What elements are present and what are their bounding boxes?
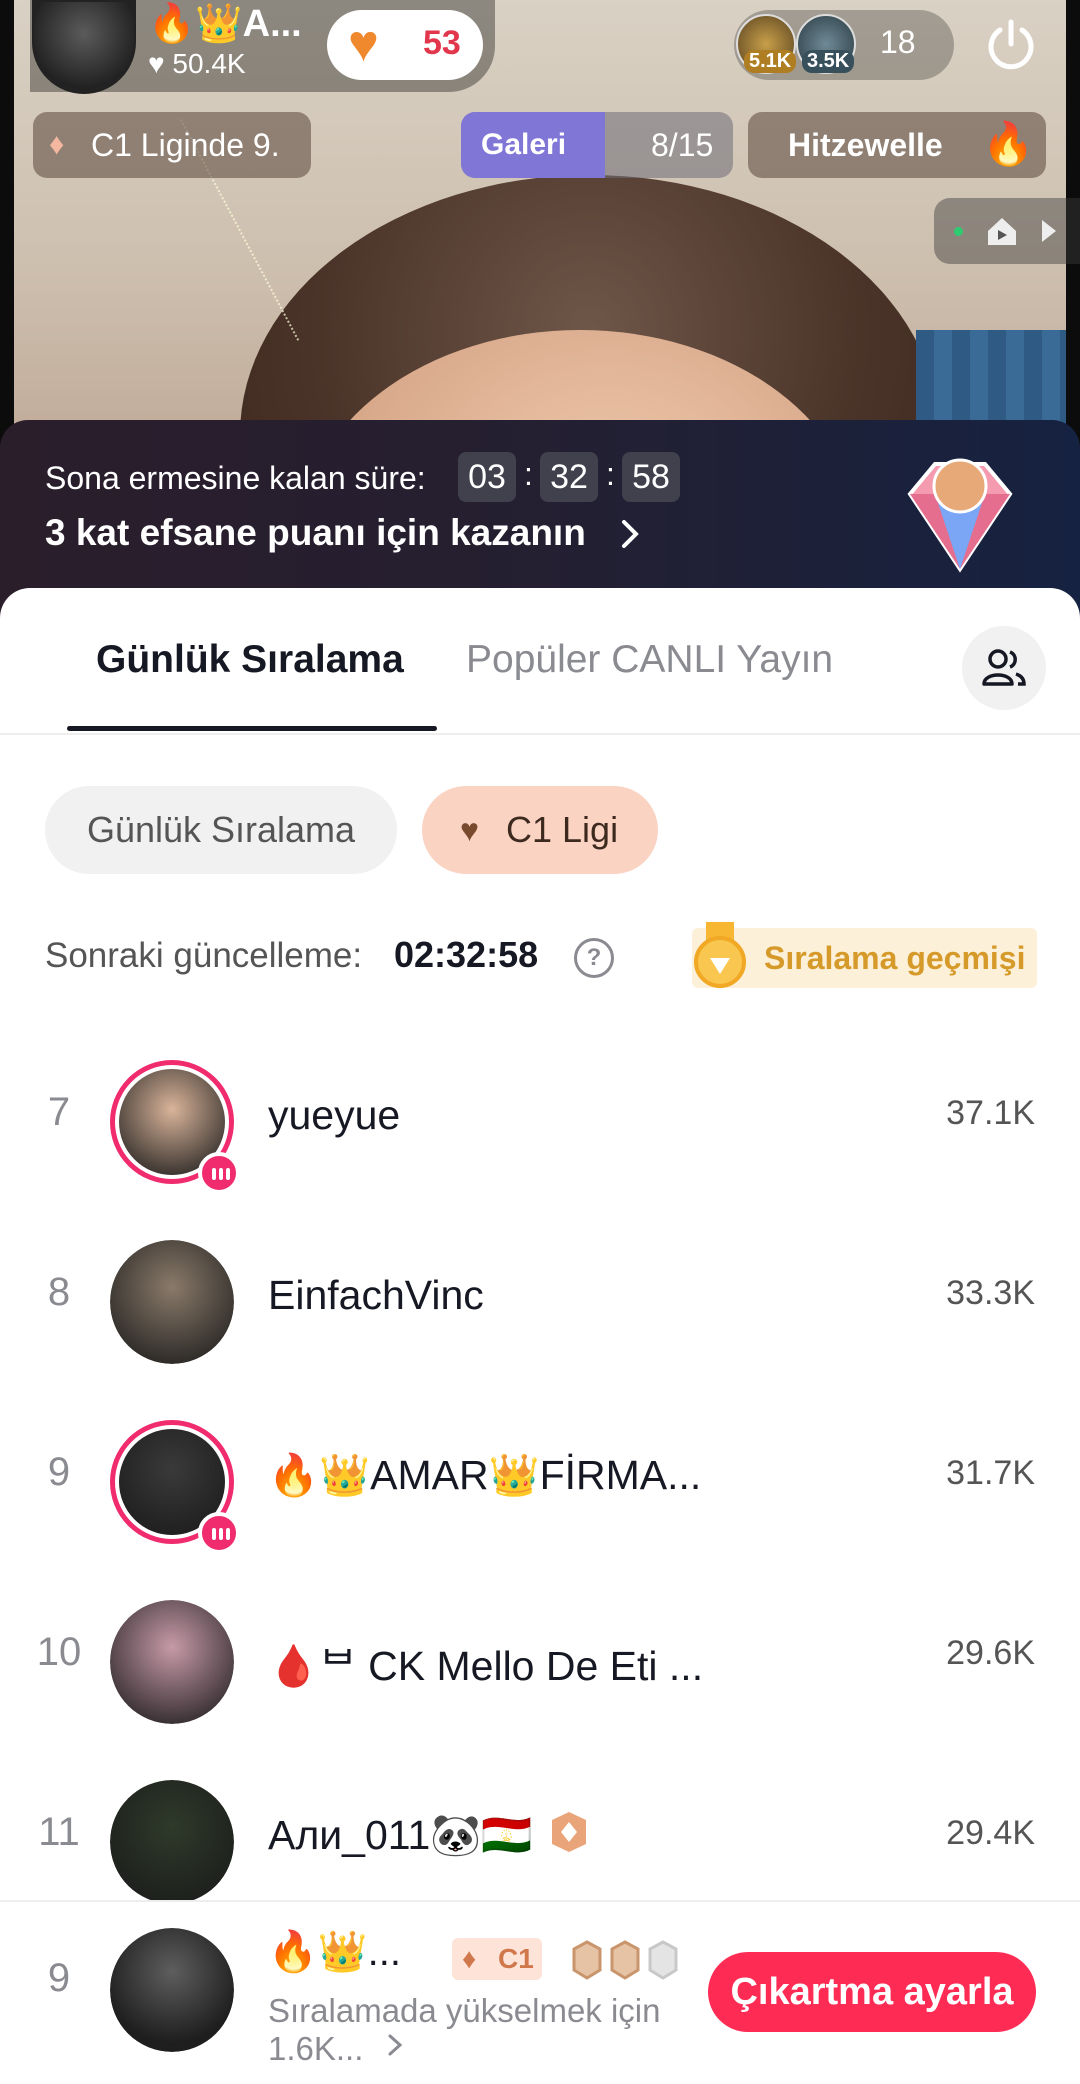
people-button[interactable] — [962, 626, 1046, 710]
fire-icon: 🔥 — [982, 120, 1035, 167]
countdown-hours: 03 — [458, 452, 516, 502]
hitzewelle-badge[interactable]: Hitzewelle 🔥 — [748, 112, 1046, 178]
viewer-score-badge: 5.1K — [744, 50, 797, 73]
level-badge-icon — [552, 1812, 586, 1852]
my-avatar[interactable] — [110, 1928, 234, 2052]
chevron-right-icon — [622, 520, 639, 548]
help-icon[interactable]: ? — [574, 938, 614, 978]
divider — [0, 733, 1080, 735]
user-name: 🔥👑AMAR👑FİRMA... — [268, 1452, 702, 1498]
play-arrow-icon[interactable] — [1042, 220, 1056, 242]
user-score: 37.1K — [946, 1094, 1035, 1132]
rank-up-hint[interactable]: Sıralamada yükselmek için 1.6K... — [268, 1992, 708, 2068]
user-avatar[interactable] — [110, 1780, 234, 1904]
user-score: 31.7K — [946, 1454, 1035, 1492]
league-tag-label: C1 — [498, 1943, 534, 1974]
gallery-progress: 8/15 — [651, 127, 714, 163]
league-rank-badge[interactable]: ♦ C1 Liginde 9. — [33, 112, 311, 178]
user-score: 29.6K — [946, 1634, 1035, 1672]
rank-number: 9 — [47, 1450, 71, 1494]
countdown-label: Sona ermesine kalan süre: — [45, 460, 426, 496]
league-rank-label: C1 Liginde 9. — [91, 127, 280, 163]
diamond-icon: ♦ — [462, 1943, 477, 1974]
power-icon[interactable] — [982, 16, 1040, 74]
user-avatar[interactable] — [110, 1600, 234, 1724]
shield-icon — [572, 1940, 602, 1980]
user-name: 🩸ᄇ CK Mello De Eti ... — [268, 1643, 704, 1689]
host-likes: ♥ 50.4K — [148, 48, 246, 79]
live-indicator-icon — [198, 1152, 240, 1194]
countdown-minutes: 32 — [540, 452, 598, 502]
colon: : — [524, 456, 533, 492]
gift-count: 53 — [423, 24, 461, 62]
user-name: yueyue — [268, 1092, 401, 1138]
my-rank-bar: 9 🔥👑... ♦ C1 Sıralamada yükselmek için 1… — [0, 1900, 1080, 2084]
gallery-label: Galeri — [481, 128, 567, 161]
shield-icon — [610, 1940, 640, 1980]
countdown-seconds: 58 — [622, 452, 680, 502]
next-update-label: Sonraki güncelleme: — [45, 936, 363, 975]
colon: : — [606, 456, 615, 492]
rank-number: 7 — [47, 1090, 71, 1134]
user-score: 33.3K — [946, 1274, 1035, 1312]
next-update-time: 02:32:58 — [394, 934, 539, 975]
ranking-row[interactable]: 8 EinfachVinc 33.3K — [0, 1212, 1080, 1392]
tab-popular-live[interactable]: Popüler CANLI Yayın — [466, 638, 833, 682]
diamond-trophy-icon — [907, 458, 1013, 573]
people-icon — [982, 649, 1026, 686]
ranking-row[interactable]: 10 🩸ᄇ CK Mello De Eti ... 29.6K — [0, 1572, 1080, 1752]
status-dot — [954, 227, 963, 236]
banner-cta[interactable]: 3 kat efsane puanı için kazanın — [45, 512, 586, 554]
segment-daily-ranking[interactable]: Günlük Sıralama — [45, 786, 397, 874]
tab-daily-ranking[interactable]: Günlük Sıralama — [96, 638, 404, 682]
medal-icon — [694, 922, 746, 988]
chevron-right-icon — [388, 2034, 403, 2056]
diamond-icon: ♦ — [49, 128, 65, 161]
user-name: Али_011🐼🇹🇯 — [268, 1812, 533, 1858]
shield-icon — [648, 1940, 678, 1980]
orange-heart-icon: ♥ — [348, 15, 379, 73]
my-name: 🔥👑... — [268, 1930, 401, 1974]
live-indicator-icon — [198, 1512, 240, 1554]
hitzewelle-label: Hitzewelle — [788, 127, 943, 163]
ranking-history-label: Sıralama geçmişi — [764, 940, 1026, 976]
segment-c1-league-label: C1 Ligi — [506, 809, 619, 850]
ranking-row[interactable]: 7 yueyue 37.1K — [0, 1032, 1080, 1212]
set-sticker-button[interactable]: Çıkartma ayarla — [708, 1952, 1036, 2032]
rank-number: 8 — [47, 1270, 71, 1314]
house-icon[interactable] — [982, 211, 1022, 251]
ranking-history-button[interactable]: Sıralama geçmişi — [692, 922, 1037, 988]
gallery-badge[interactable]: Galeri 8/15 — [461, 112, 733, 178]
segment-c1-league[interactable]: ♥ C1 Ligi — [422, 786, 658, 874]
diamond-icon: ♥ — [460, 812, 479, 848]
rank-number: 10 — [36, 1630, 82, 1674]
user-avatar[interactable] — [110, 1240, 234, 1364]
league-tag: ♦ C1 — [452, 1938, 542, 1980]
active-tab-indicator — [67, 726, 437, 731]
user-score: 29.4K — [946, 1814, 1035, 1852]
user-name: EinfachVinc — [268, 1272, 484, 1318]
mini-controls[interactable] — [934, 198, 1080, 264]
viewer-count[interactable]: 18 — [880, 24, 916, 61]
rank-number: 11 — [38, 1810, 80, 1854]
my-rank: 9 — [47, 1956, 71, 2000]
ranking-row[interactable]: 9 🔥👑AMAR👑FİRMA... 31.7K — [0, 1392, 1080, 1572]
viewer-score-badge: 3.5K — [802, 50, 855, 73]
host-name: 🔥👑A... — [148, 3, 302, 45]
